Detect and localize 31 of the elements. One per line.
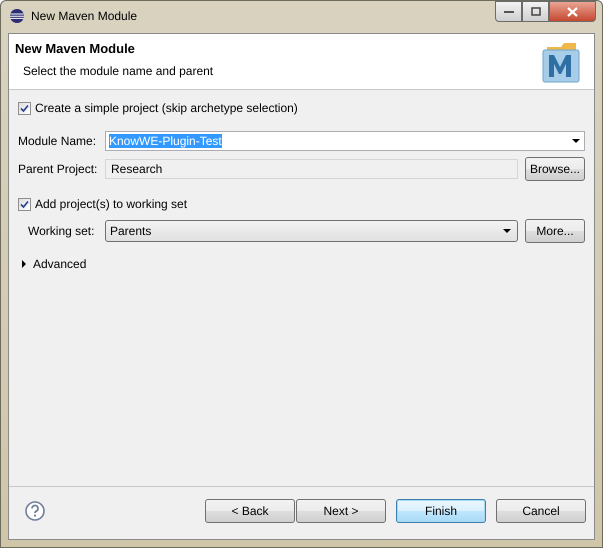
checkbox[interactable] xyxy=(18,102,31,114)
close-button[interactable] xyxy=(549,1,596,22)
window-title: New Maven Module xyxy=(31,9,138,23)
dialog-button[interactable]: < Back xyxy=(205,499,295,523)
dialog-button[interactable]: Finish xyxy=(396,499,486,523)
checkbox-label[interactable]: Create a simple project (skip archetype selection) xyxy=(35,101,298,115)
field-label: Module Name: xyxy=(18,134,98,148)
field-label: Working set: xyxy=(27,224,96,238)
maximize-icon xyxy=(530,7,540,16)
section-toggle[interactable]: Advanced xyxy=(33,257,86,271)
checkbox-label[interactable]: Add project(s) to working set xyxy=(35,197,188,211)
browse-button[interactable]: Browse... xyxy=(525,157,585,181)
checkbox[interactable] xyxy=(18,198,31,210)
parent-project-field[interactable]: Research xyxy=(105,159,518,179)
maximize-button[interactable] xyxy=(522,1,549,22)
more-button[interactable]: More... xyxy=(525,219,585,243)
field-value: KnowWE-Plugin-Test xyxy=(109,134,222,148)
page-title: New Maven Module xyxy=(15,41,136,56)
page-description: Select the module name and parent xyxy=(22,64,214,78)
dropdown-arrow-icon[interactable] xyxy=(572,139,580,143)
app-icon xyxy=(9,8,25,24)
field-label: Parent Project: xyxy=(18,162,98,176)
minimize-icon xyxy=(504,10,514,14)
dropdown-arrow-icon xyxy=(503,229,511,233)
expander-icon[interactable] xyxy=(21,260,27,268)
close-icon xyxy=(567,6,578,16)
dialog-button[interactable]: Cancel xyxy=(496,499,586,523)
working-set-dropdown[interactable]: Parents xyxy=(105,220,518,242)
dialog-button[interactable]: Next > xyxy=(296,499,386,523)
help-icon[interactable] xyxy=(25,501,45,521)
minimize-button[interactable] xyxy=(495,1,522,22)
